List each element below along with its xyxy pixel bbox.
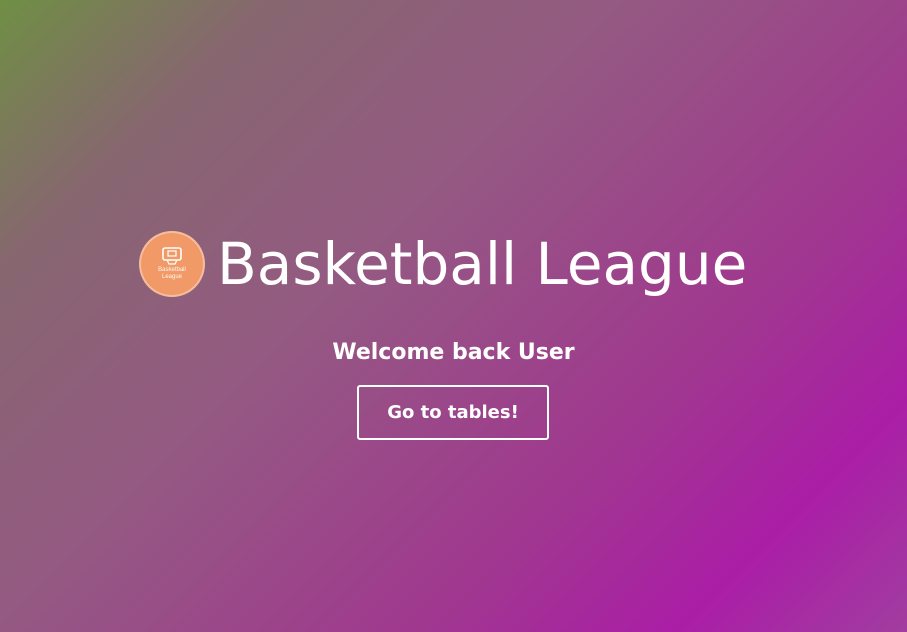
landing-hero: Basketball League Basketball League Welc…	[0, 0, 907, 632]
logo-text-line: League	[161, 274, 183, 280]
league-logo: Basketball League	[139, 231, 205, 297]
go-to-tables-button[interactable]: Go to tables!	[357, 385, 549, 440]
site-title: Basketball League	[217, 230, 748, 298]
basketball-hoop-icon	[162, 247, 182, 265]
welcome-message: Welcome back User	[332, 340, 575, 365]
brand-header: Basketball League Basketball League	[139, 222, 779, 306]
logo-text-line: Basketball	[158, 267, 186, 273]
